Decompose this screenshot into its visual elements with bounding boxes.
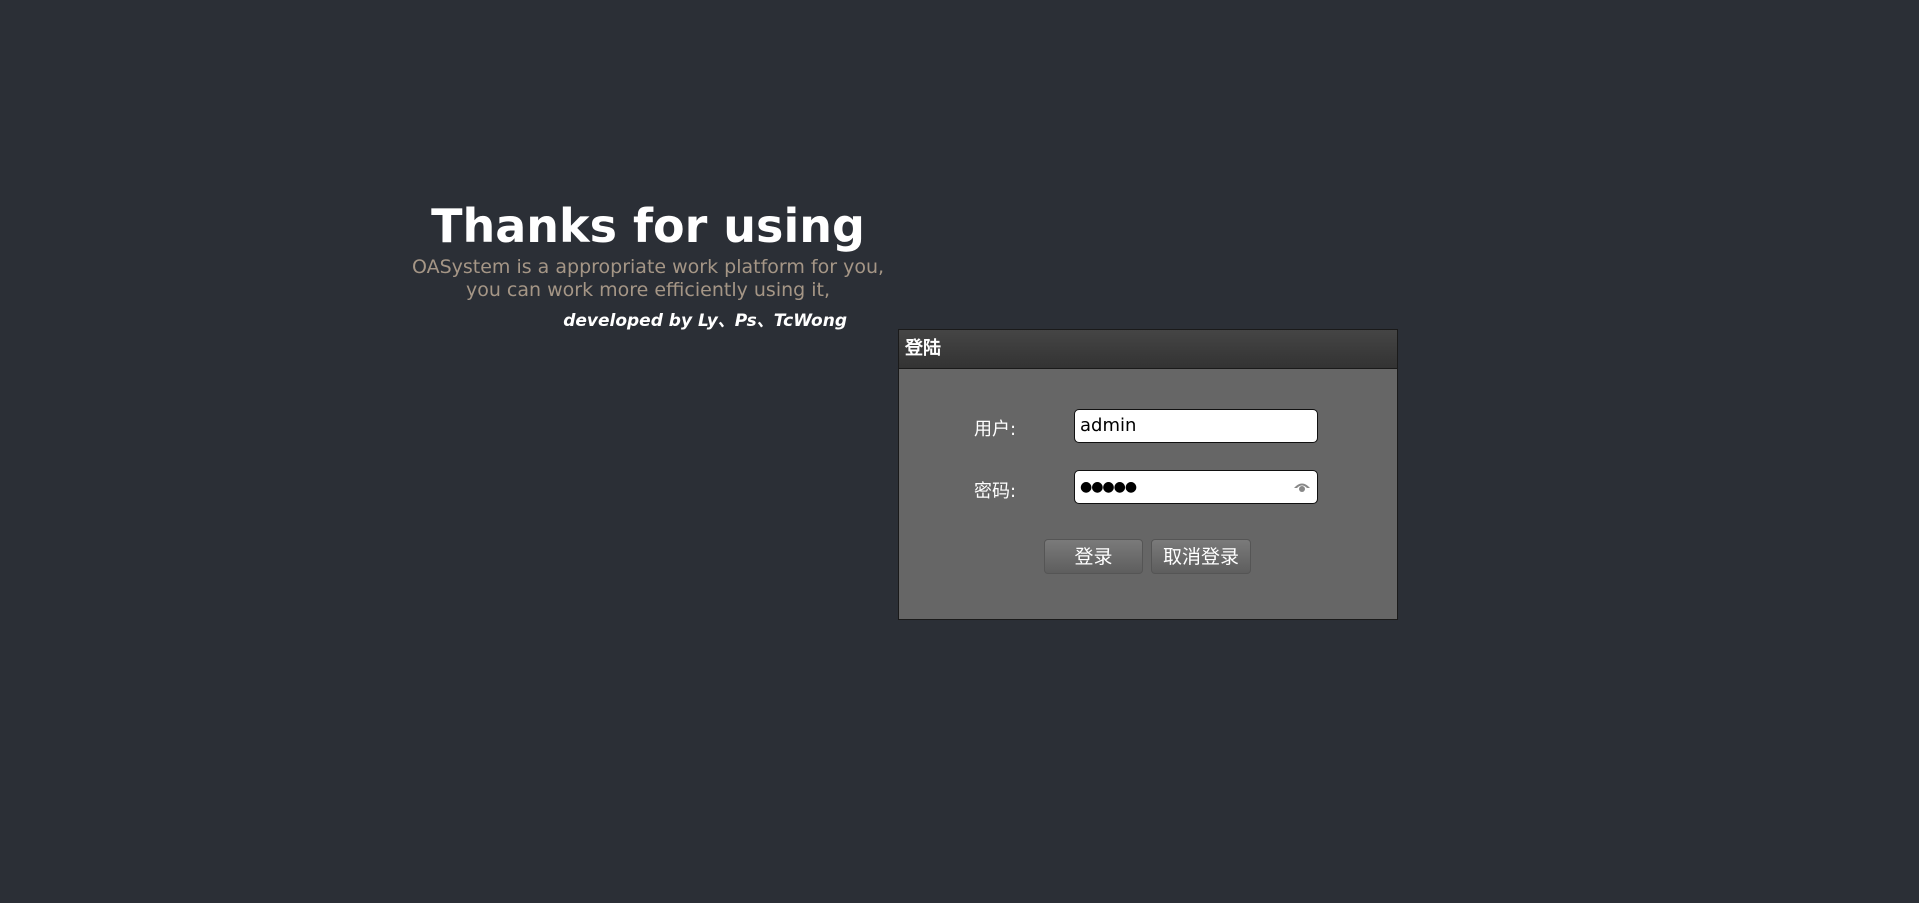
developer-credit: developed by Ly、Ps、TcWong xyxy=(563,311,847,331)
login-panel: 登陆 用户: admin 密码: ●●●●● 登录 取消登录 xyxy=(898,329,1398,620)
password-label: 密码: xyxy=(974,481,1017,502)
intro-line-1: OASystem is a appropriate work platform … xyxy=(411,256,885,278)
login-button[interactable]: 登录 xyxy=(1044,539,1143,574)
cancel-login-button[interactable]: 取消登录 xyxy=(1151,539,1251,574)
login-panel-title: 登陆 xyxy=(899,330,1397,369)
username-input[interactable]: admin xyxy=(1074,409,1318,443)
username-value: admin xyxy=(1080,415,1137,436)
intro-line-2: you can work more efficiently using it, xyxy=(465,279,831,301)
password-value: ●●●●● xyxy=(1080,479,1137,495)
page-title: Thanks for using xyxy=(431,199,865,253)
password-input[interactable]: ●●●●● xyxy=(1074,470,1318,504)
intro-block: Thanks for using OASystem is a appropria… xyxy=(400,196,896,331)
user-label: 用户: xyxy=(974,419,1017,440)
show-password-eye-icon[interactable] xyxy=(1293,479,1311,493)
